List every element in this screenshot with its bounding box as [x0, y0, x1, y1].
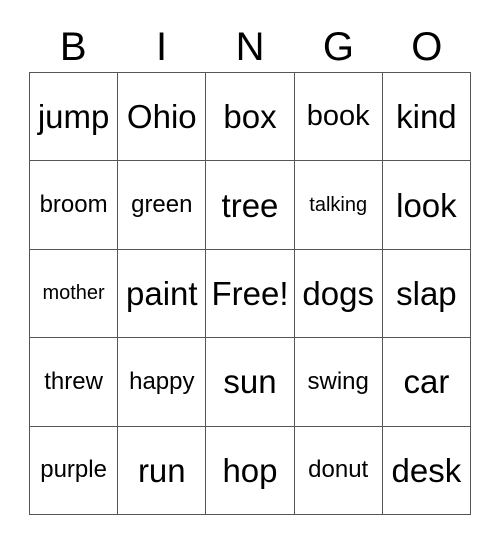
- bingo-cell[interactable]: donut: [294, 426, 383, 515]
- header-letter-b: B: [59, 25, 87, 69]
- header-letter-i: I: [156, 25, 168, 69]
- bingo-cell[interactable]: broom: [30, 161, 119, 250]
- bingo-cell[interactable]: kind: [382, 73, 471, 162]
- bingo-cell-label: Free!: [211, 274, 289, 312]
- bingo-cell[interactable]: threw: [30, 338, 119, 427]
- bingo-cell-label: hop: [222, 451, 278, 489]
- bingo-cell-label: book: [306, 100, 370, 133]
- bingo-cell-label: desk: [391, 451, 462, 489]
- bingo-cell[interactable]: hop: [206, 426, 295, 515]
- bingo-cell-label: jump: [37, 98, 110, 136]
- bingo-cell[interactable]: tree: [206, 161, 295, 250]
- bingo-cell[interactable]: green: [118, 161, 207, 250]
- bingo-cell[interactable]: sun: [206, 338, 295, 427]
- bingo-cell[interactable]: book: [294, 73, 383, 162]
- bingo-cell[interactable]: happy: [118, 338, 207, 427]
- bingo-cell[interactable]: swing: [294, 338, 383, 427]
- bingo-cell-label: paint: [126, 274, 198, 312]
- bingo-cell[interactable]: slap: [382, 249, 471, 339]
- header-letter-n: N: [235, 25, 265, 69]
- bingo-cell-label: threw: [44, 367, 103, 395]
- bingo-cell[interactable]: jump: [30, 73, 119, 162]
- bingo-cell-label: talking: [309, 194, 368, 217]
- bingo-cell-label: box: [223, 98, 277, 136]
- bingo-cell[interactable]: Ohio: [118, 73, 207, 162]
- bingo-cell[interactable]: look: [382, 161, 471, 250]
- header-letter-o: O: [411, 25, 443, 69]
- bingo-cell[interactable]: mother: [30, 249, 119, 339]
- bingo-cell-label: run: [137, 451, 186, 489]
- header-letter-g: G: [322, 25, 354, 69]
- bingo-cell[interactable]: talking: [294, 161, 383, 250]
- bingo-cell-label: car: [403, 363, 450, 401]
- bingo-cell-label: look: [396, 186, 457, 224]
- bingo-cell-label: swing: [307, 367, 369, 395]
- bingo-cell-label: mother: [42, 282, 105, 305]
- bingo-cell-label: sun: [223, 363, 277, 401]
- bingo-cell[interactable]: purple: [30, 426, 119, 515]
- bingo-cell-label: tree: [221, 186, 279, 224]
- bingo-grid: jump Ohio box book kind broom green tree talking…: [29, 72, 471, 515]
- bingo-card: B I N G O jump Ohio box book kind broom green t…: [0, 0, 500, 544]
- bingo-cell-label: green: [131, 191, 193, 219]
- bingo-cell-label: slap: [396, 274, 457, 312]
- bingo-cell-label: purple: [40, 456, 107, 484]
- bingo-cell[interactable]: paint: [118, 249, 207, 339]
- bingo-cell[interactable]: car: [382, 338, 471, 427]
- bingo-cell-label: kind: [396, 98, 457, 136]
- bingo-cell-label: happy: [129, 367, 195, 395]
- bingo-cell[interactable]: Free!: [206, 249, 295, 339]
- bingo-header: B I N G O: [29, 22, 471, 72]
- bingo-cell-label: donut: [308, 456, 369, 484]
- bingo-cell-label: Ohio: [126, 98, 197, 136]
- bingo-cell[interactable]: box: [206, 73, 295, 162]
- bingo-cell-label: dogs: [302, 274, 374, 312]
- bingo-cell[interactable]: dogs: [294, 249, 383, 339]
- bingo-cell[interactable]: run: [118, 426, 207, 515]
- bingo-cell[interactable]: desk: [382, 426, 471, 515]
- bingo-cell-label: broom: [39, 191, 108, 219]
